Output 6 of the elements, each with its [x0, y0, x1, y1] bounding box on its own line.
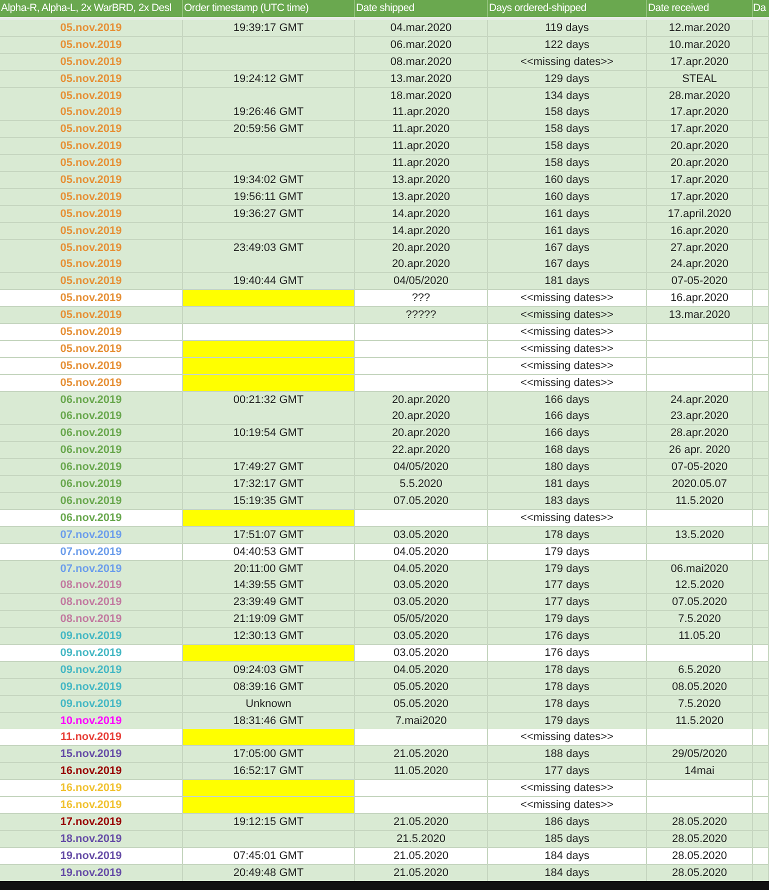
column-header: Days ordered-shipped — [488, 0, 647, 17]
column-header: Order timestamp (UTC time) — [183, 0, 355, 17]
column-header: Date shipped — [355, 0, 488, 17]
column-header: Alpha-R, Alpha-L, 2x WarBRD, 2x Desl — [0, 0, 183, 17]
column-header: Date received — [647, 0, 753, 17]
column-header: Da — [753, 1, 768, 16]
